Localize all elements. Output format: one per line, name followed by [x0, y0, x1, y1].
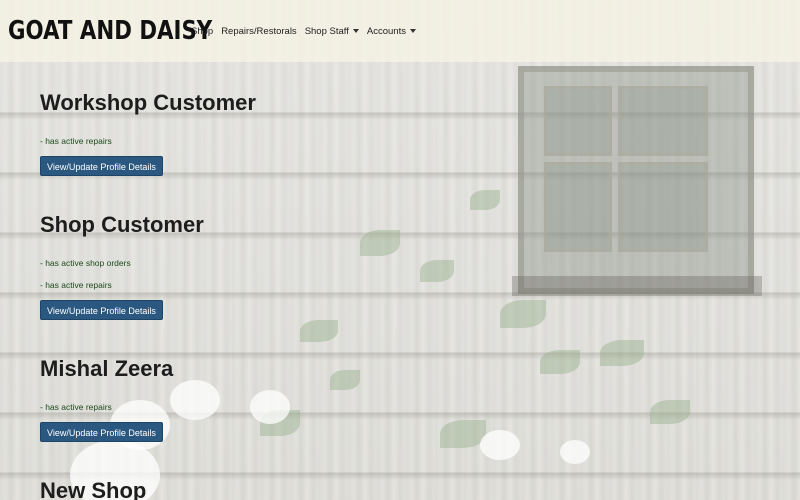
customer-name: Mishal Zeera — [40, 356, 174, 381]
nav-link-repairs[interactable]: Repairs/Restorals — [221, 26, 297, 37]
window-image — [518, 66, 754, 294]
customer-name: Workshop Customer — [40, 90, 256, 115]
window-sill — [512, 276, 762, 296]
customer-status: - has active shop orders — [40, 258, 131, 268]
nav-dropdown-shop-staff[interactable]: Shop Staff — [305, 26, 359, 37]
view-profile-button[interactable]: View/Update Profile Details — [40, 300, 163, 320]
customer-name: New Shop — [40, 478, 147, 500]
view-profile-button[interactable]: View/Update Profile Details — [40, 156, 163, 176]
customer-name: Shop Customer — [40, 212, 204, 237]
customer-card: New Shop — [40, 478, 146, 500]
customer-card: Shop Customer - has active shop orders -… — [40, 212, 204, 320]
caret-down-icon — [352, 29, 359, 33]
nav-link-label: Repairs/Restorals — [221, 25, 297, 37]
navbar: GOAT AND DAISY Shop Repairs/Restorals Sh… — [0, 0, 800, 62]
nav-dropdown-accounts[interactable]: Accounts — [367, 26, 416, 37]
customer-status: - has active repairs — [40, 136, 112, 146]
view-profile-button[interactable]: View/Update Profile Details — [40, 422, 163, 442]
nav-links: Shop Repairs/Restorals Shop Staff Accoun… — [191, 26, 424, 37]
nav-link-label: Shop Staff — [304, 25, 349, 37]
customer-status: - has active repairs — [40, 280, 112, 290]
nav-link-label: Accounts — [366, 25, 406, 37]
customer-status: - has active repairs — [40, 402, 112, 412]
brand-logo[interactable]: GOAT AND DAISY — [8, 16, 212, 46]
customer-card: Workshop Customer - has active repairs V… — [40, 90, 256, 176]
customer-card: Mishal Zeera - has active repairs View/U… — [40, 356, 174, 442]
caret-down-icon — [409, 29, 416, 33]
